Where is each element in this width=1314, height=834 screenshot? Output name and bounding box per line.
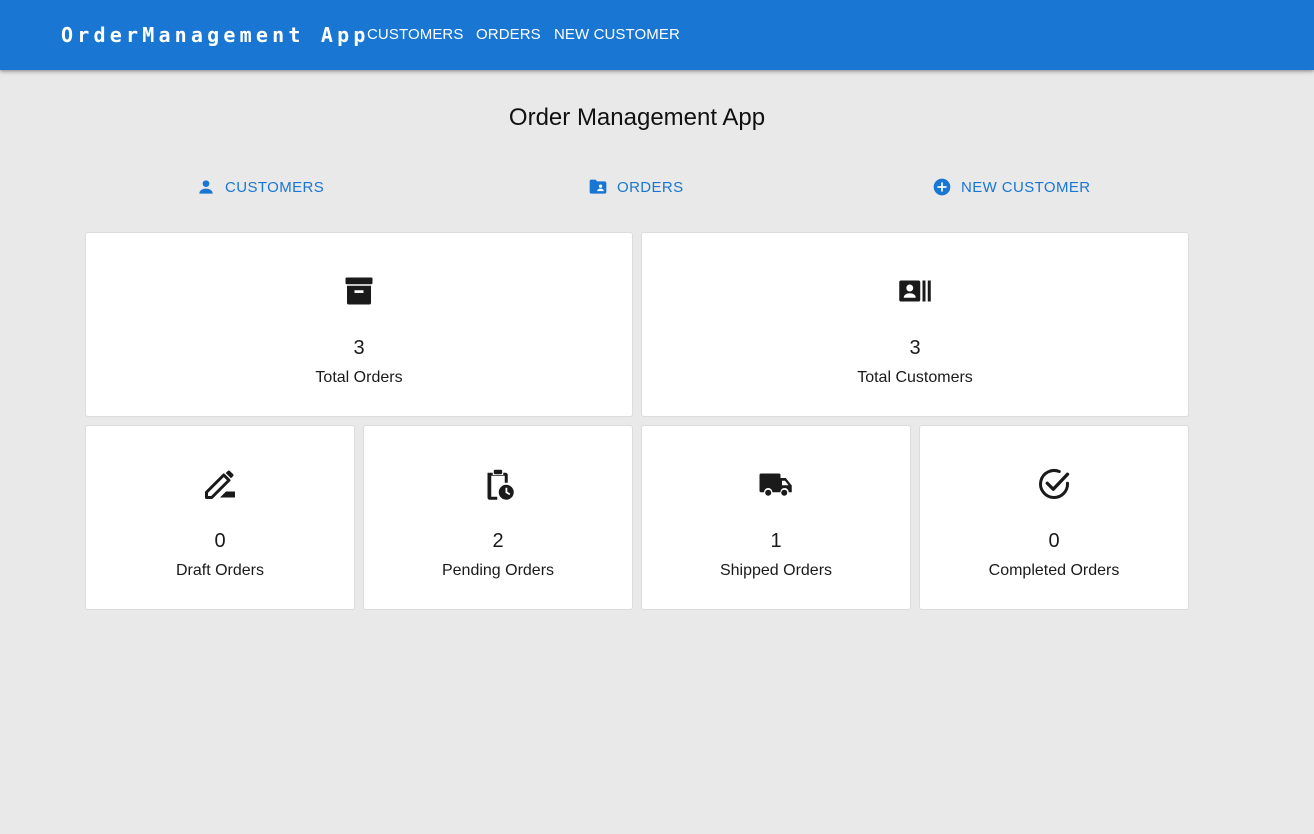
stat-card-draft-orders: 0 Draft Orders — [85, 425, 355, 610]
stat-card-pending-orders: 2 Pending Orders — [363, 425, 633, 610]
nav-link-customers[interactable]: CUSTOMERS — [367, 26, 463, 44]
quick-link-label: NEW CUSTOMER — [961, 178, 1091, 196]
truck-icon — [759, 473, 792, 496]
stat-value: 3 — [909, 337, 921, 359]
contact-card-icon — [899, 280, 931, 302]
stat-label: Draft Orders — [175, 562, 264, 579]
quick-link-label: CUSTOMERS — [225, 178, 325, 196]
quick-link-orders[interactable]: ORDERS — [588, 176, 684, 198]
stat-label: Pending Orders — [441, 562, 555, 579]
stat-card-shipped-orders: 1 Shipped Orders — [641, 425, 911, 610]
folder-shared-icon — [589, 179, 607, 194]
stat-label: Completed Orders — [988, 562, 1120, 579]
stat-label: Total Orders — [315, 369, 403, 386]
add-circle-icon — [933, 178, 951, 196]
check-circle-icon — [1039, 469, 1070, 499]
app-bar: OrderManagement App CUSTOMERS ORDERS NEW… — [0, 0, 1314, 70]
archive-box-icon — [345, 277, 373, 305]
stat-value: 2 — [492, 530, 504, 552]
stat-label: Total Customers — [857, 369, 973, 386]
brand-title[interactable]: OrderManagement App — [61, 22, 370, 48]
stat-value: 0 — [1048, 530, 1060, 552]
stat-value: 1 — [770, 530, 782, 552]
quick-link-customers[interactable]: CUSTOMERS — [196, 176, 324, 198]
stat-value: 3 — [353, 337, 365, 359]
person-icon — [199, 180, 213, 194]
nav-link-orders[interactable]: ORDERS — [476, 26, 541, 44]
page-title: Order Management App — [508, 104, 766, 131]
edit-pen-icon — [205, 470, 235, 499]
quick-link-label: ORDERS — [617, 178, 684, 196]
stat-card-completed-orders: 0 Completed Orders — [919, 425, 1189, 610]
stat-card-total-orders: 3 Total Orders — [85, 232, 633, 417]
nav-link-new-customer[interactable]: NEW CUSTOMER — [554, 26, 680, 44]
stat-value: 0 — [214, 530, 226, 552]
stat-card-total-customers: 3 Total Customers — [641, 232, 1189, 417]
quick-link-new-customer[interactable]: NEW CUSTOMER — [932, 176, 1091, 198]
clipboard-clock-icon — [487, 469, 514, 500]
stat-label: Shipped Orders — [719, 562, 833, 579]
